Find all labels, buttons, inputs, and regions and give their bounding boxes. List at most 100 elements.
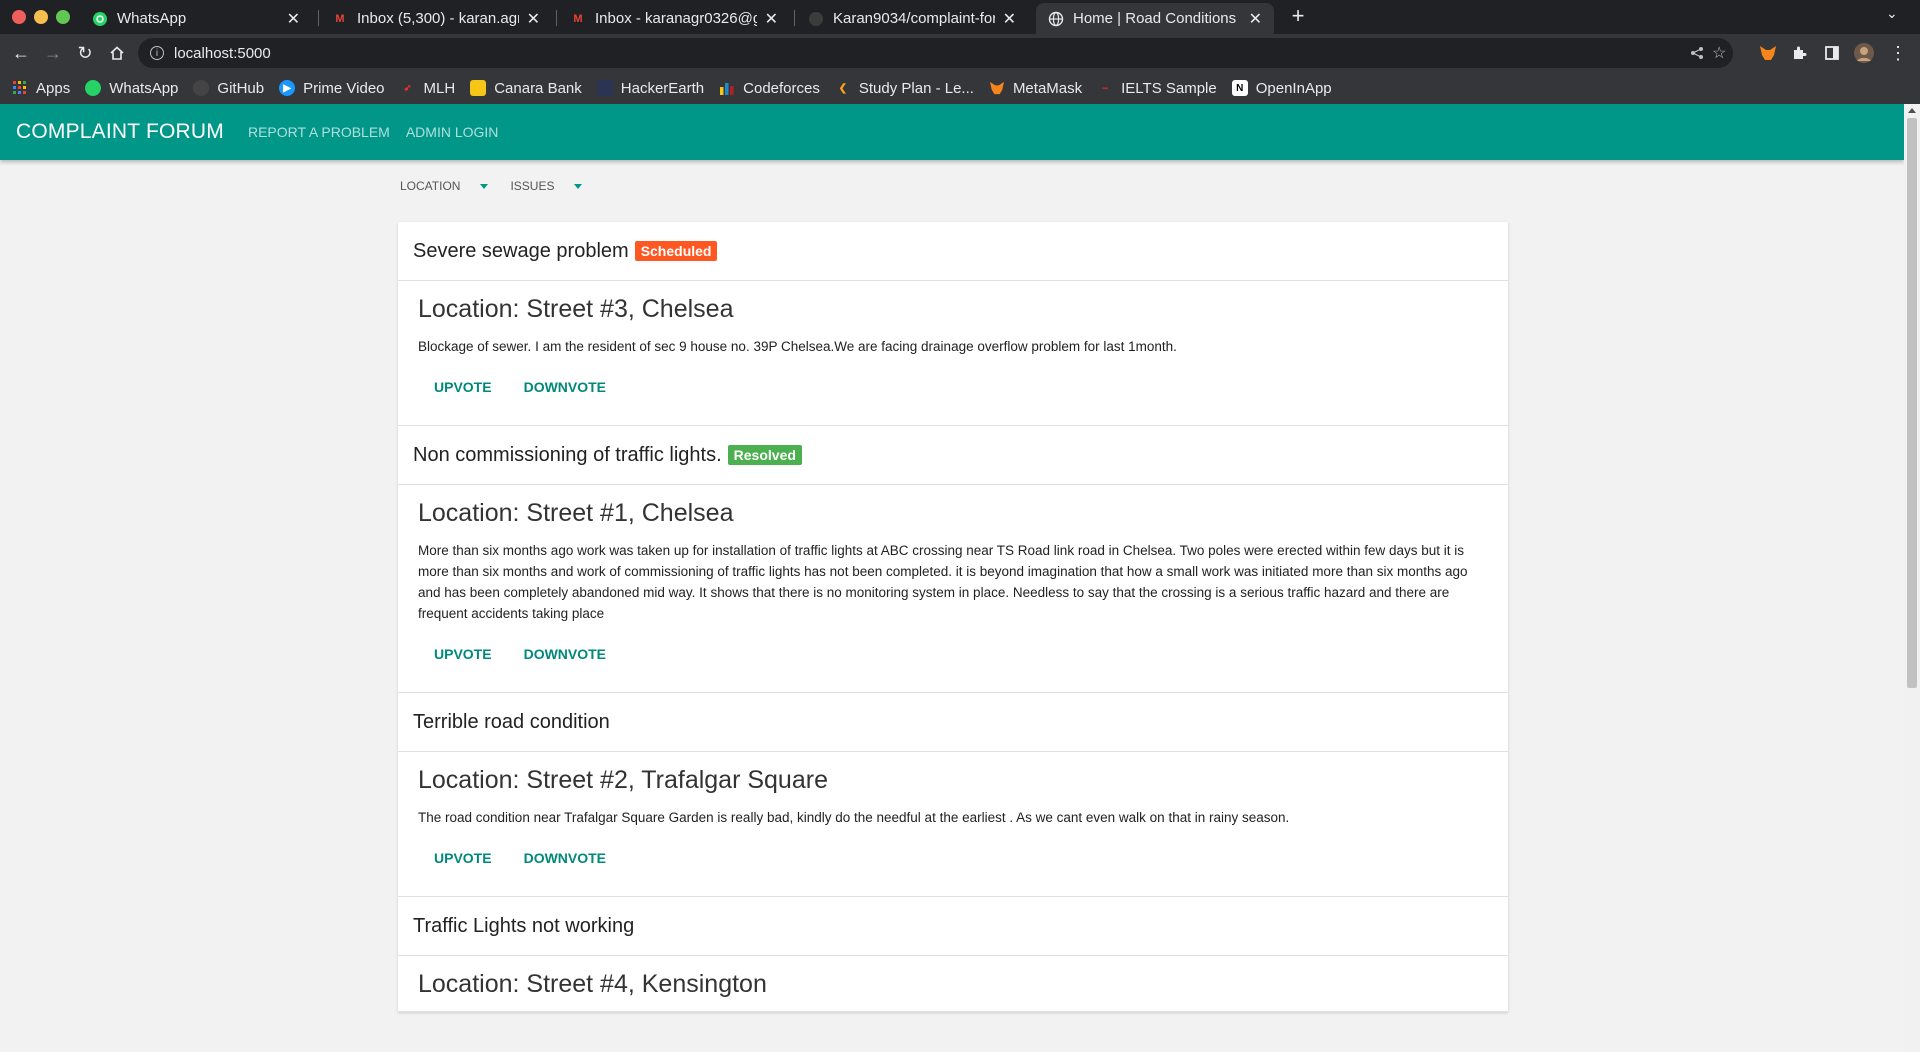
complaint-card: Non commissioning of traffic lights. Res…	[398, 426, 1508, 693]
complaint-description: More than six months ago work was taken …	[418, 543, 1468, 621]
github-icon	[193, 80, 210, 96]
url-text[interactable]: localhost:5000	[174, 45, 271, 62]
complaint-location: Location: Street #1, Chelsea	[418, 499, 734, 527]
scrollbar-thumb[interactable]	[1907, 118, 1917, 688]
home-icon[interactable]	[105, 41, 129, 65]
side-panel-icon[interactable]	[1820, 41, 1844, 65]
complaint-description: Blockage of sewer. I am the resident of …	[418, 339, 1177, 354]
browser-tab-road-conditions[interactable]: Home | Road Conditions ✕	[1036, 3, 1274, 34]
gmail-icon: M	[573, 12, 583, 25]
bookmark-codeforces[interactable]: Codeforces	[719, 80, 820, 97]
browser-menu-icon[interactable]: ⋮	[1886, 41, 1910, 65]
bookmark-whatsapp[interactable]: WhatsApp	[85, 80, 178, 97]
bookmark-github[interactable]: GitHub	[193, 80, 264, 97]
complaint-title: Traffic Lights not working	[413, 914, 635, 937]
minimize-window-button[interactable]	[34, 10, 48, 24]
status-badge: Resolved	[727, 445, 802, 465]
bookmark-study-plan[interactable]: ❮ Study Plan - Le...	[835, 80, 974, 97]
bookmark-label: WhatsApp	[109, 79, 179, 97]
caret-down-icon	[480, 183, 489, 189]
bookmark-label: Study Plan - Le...	[858, 79, 974, 97]
bookmark-prime-video[interactable]: ▶ Prime Video	[279, 79, 385, 97]
complaint-description: The road condition near Trafalgar Square…	[418, 810, 1290, 825]
upvote-button[interactable]: UPVOTE	[418, 640, 508, 668]
bookmark-label: Codeforces	[743, 79, 820, 97]
filter-bar: LOCATION ISSUES	[400, 179, 604, 193]
bookmark-label: Prime Video	[303, 79, 385, 97]
new-tab-button[interactable]: +	[1284, 3, 1312, 29]
forward-arrow-icon[interactable]: →	[41, 41, 65, 65]
share-icon[interactable]	[1690, 38, 1704, 68]
prime-video-icon: ▶	[279, 80, 296, 96]
close-tab-icon[interactable]: ✕	[1249, 9, 1262, 29]
site-info-icon[interactable]: i	[150, 46, 164, 60]
github-icon	[808, 11, 824, 27]
bookmark-apps[interactable]: Apps	[12, 80, 70, 97]
browser-tab-whatsapp[interactable]: WhatsApp ✕	[80, 3, 312, 34]
reload-icon[interactable]: ↻	[73, 41, 97, 65]
complaint-card: Traffic Lights not working Location: Str…	[398, 897, 1508, 1012]
complaint-header[interactable]: Terrible road condition	[398, 693, 1508, 752]
complaint-body: Location: Street #2, Trafalgar Square Th…	[398, 752, 1508, 896]
filter-label: LOCATION	[400, 179, 461, 193]
web-page: COMPLAINT FORUM REPORT A PROBLEM ADMIN L…	[0, 104, 1904, 1052]
browser-toolbar: ← → ↻ i localhost:5000 ☆ ⋮	[0, 34, 1920, 72]
bookmark-star-icon[interactable]: ☆	[1712, 38, 1726, 68]
bookmark-mlh[interactable]: ➶ MLH	[400, 80, 455, 97]
browser-tab-strip: WhatsApp ✕ M Inbox (5,300) - karan.agr9 …	[0, 0, 1920, 34]
bookmark-canara-bank[interactable]: Canara Bank	[470, 80, 582, 97]
scroll-up-arrow-icon[interactable]	[1908, 108, 1916, 113]
close-tab-icon[interactable]: ✕	[765, 9, 778, 29]
vote-actions: UPVOTE DOWNVOTE	[418, 828, 1488, 896]
bookmark-label: Apps	[36, 79, 71, 97]
close-tab-icon[interactable]: ✕	[287, 9, 300, 29]
complaint-header[interactable]: Traffic Lights not working	[398, 897, 1508, 956]
maximize-window-button[interactable]	[56, 10, 70, 24]
close-window-button[interactable]	[12, 10, 26, 24]
nav-admin-login[interactable]: ADMIN LOGIN	[406, 124, 499, 140]
location-filter-dropdown[interactable]: LOCATION	[400, 179, 489, 193]
browser-tab-inbox-1[interactable]: M Inbox (5,300) - karan.agr9 ✕	[320, 3, 552, 34]
close-tab-icon[interactable]: ✕	[1003, 9, 1016, 29]
metamask-extension-icon[interactable]	[1756, 41, 1780, 65]
caret-down-icon	[574, 183, 583, 189]
upvote-button[interactable]: UPVOTE	[418, 844, 508, 872]
bookmark-label: Canara Bank	[494, 79, 582, 97]
issues-filter-dropdown[interactable]: ISSUES	[510, 179, 583, 193]
extensions-puzzle-icon[interactable]	[1788, 41, 1812, 65]
browser-tab-inbox-2[interactable]: M Inbox - karanagr0326@gr ✕	[558, 3, 790, 34]
nav-report-a-problem[interactable]: REPORT A PROBLEM	[248, 124, 390, 140]
complaint-body: Location: Street #1, Chelsea More than s…	[398, 485, 1508, 692]
upvote-button[interactable]: UPVOTE	[418, 373, 508, 401]
bookmark-hackerearth[interactable]: HackerEarth	[596, 79, 705, 97]
complaint-header[interactable]: Severe sewage problem Scheduled	[398, 222, 1508, 281]
bookmark-openinapp[interactable]: N OpenInApp	[1231, 80, 1332, 97]
complaint-header[interactable]: Non commissioning of traffic lights. Res…	[398, 426, 1508, 485]
browser-tab-github[interactable]: Karan9034/complaint-for ✕	[796, 3, 1028, 34]
status-badge: Scheduled	[634, 241, 718, 261]
complaint-body: Location: Street #3, Chelsea Blockage of…	[398, 281, 1508, 425]
gmail-icon: M	[335, 12, 345, 25]
bookmark-label: HackerEarth	[620, 79, 705, 97]
address-bar[interactable]: i localhost:5000 ☆	[138, 38, 1733, 68]
downvote-button[interactable]: DOWNVOTE	[508, 640, 622, 668]
complaint-list: Severe sewage problem Scheduled Location…	[398, 222, 1508, 1012]
close-tab-icon[interactable]: ✕	[527, 9, 540, 29]
tab-search-chevron-icon[interactable]: ⌄	[1886, 5, 1898, 22]
complaint-body: Location: Street #4, Kensington	[398, 956, 1508, 999]
downvote-button[interactable]: DOWNVOTE	[508, 373, 622, 401]
leetcode-icon: ❮	[838, 82, 848, 94]
back-arrow-icon[interactable]: ←	[9, 41, 33, 65]
globe-icon	[1048, 11, 1064, 27]
bookmark-ielts-sample[interactable]: ━ IELTS Sample	[1097, 80, 1217, 97]
bookmark-metamask[interactable]: MetaMask	[989, 80, 1082, 97]
tab-title: Home | Road Conditions	[1073, 10, 1237, 27]
profile-avatar[interactable]	[1852, 41, 1876, 65]
page-scrollbar[interactable]	[1904, 104, 1920, 1052]
site-brand[interactable]: COMPLAINT FORUM	[16, 120, 224, 144]
complaint-location: Location: Street #4, Kensington	[418, 970, 767, 998]
vote-actions: UPVOTE DOWNVOTE	[418, 357, 1488, 425]
whatsapp-icon	[85, 80, 102, 96]
apps-grid-icon	[12, 80, 28, 96]
downvote-button[interactable]: DOWNVOTE	[508, 844, 622, 872]
